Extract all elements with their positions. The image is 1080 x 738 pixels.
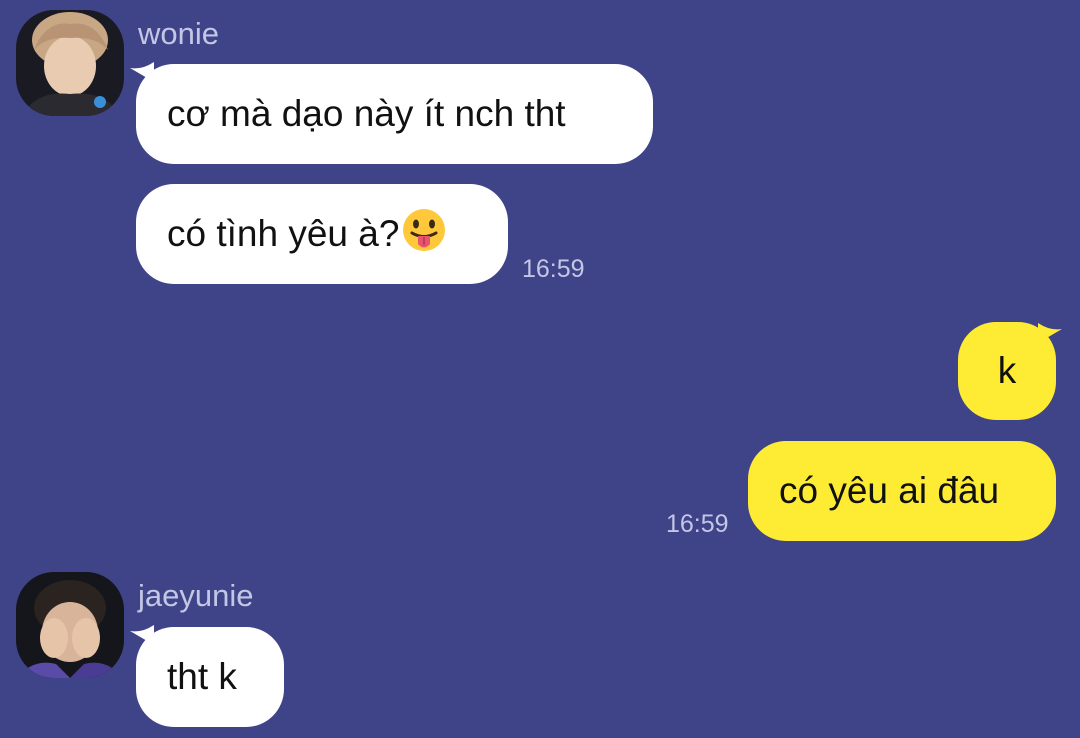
jaeyunie-avatar[interactable]	[16, 572, 124, 678]
message-timestamp: 16:59	[522, 255, 585, 283]
message-timestamp: 16:59	[666, 510, 729, 538]
sender-name-wonie: wonie	[138, 16, 219, 51]
message-text: k	[997, 350, 1017, 391]
message-text: cơ mà dạo này ít nch tht	[167, 93, 566, 134]
message-text: có yêu ai đâu	[779, 470, 1000, 511]
message-bubble-incoming[interactable]: có tình yêu à?	[136, 184, 508, 284]
sender-name-jaeyunie: jaeyunie	[138, 578, 254, 613]
message-bubble-incoming[interactable]: cơ mà dạo này ít nch tht	[136, 64, 653, 164]
wonie-avatar[interactable]	[16, 10, 124, 116]
message-text: có tình yêu à?	[167, 213, 400, 254]
message-bubble-outgoing[interactable]: có yêu ai đâu	[748, 441, 1056, 541]
message-text: tht k	[167, 656, 237, 697]
face-with-tongue-icon	[401, 207, 447, 262]
message-bubble-incoming[interactable]: tht k	[136, 627, 284, 727]
message-bubble-outgoing[interactable]: k	[958, 322, 1056, 420]
